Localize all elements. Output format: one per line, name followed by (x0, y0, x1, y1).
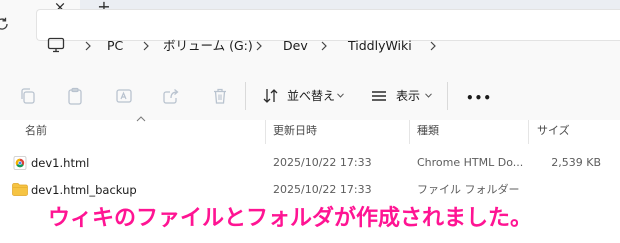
toolbar-separator (245, 82, 246, 110)
file-type: Chrome HTML Do... (417, 156, 524, 169)
breadcrumb-item[interactable]: PC (107, 38, 123, 54)
view-button[interactable]: 表示 (396, 89, 420, 103)
copy-icon[interactable] (19, 87, 37, 105)
annotation-caption: ウィキのファイルとフォルダが作成されました。 (48, 206, 533, 231)
column-divider[interactable] (528, 120, 529, 144)
file-name[interactable]: dev1.html (31, 156, 89, 170)
sort-icon[interactable] (262, 87, 280, 105)
chevron-right-icon[interactable] (84, 41, 92, 51)
column-header-modified[interactable]: 更新日時 (273, 124, 317, 138)
rename-icon[interactable] (115, 87, 133, 105)
column-divider[interactable] (265, 120, 266, 144)
delete-icon[interactable] (211, 87, 229, 105)
file-modified: 2025/10/22 17:33 (273, 183, 372, 196)
breadcrumb-item[interactable]: TiddlyWiki (348, 38, 412, 54)
sort-button[interactable]: 並べ替え (287, 89, 335, 103)
paste-icon[interactable] (66, 87, 84, 105)
file-modified: 2025/10/22 17:33 (273, 156, 372, 169)
address-bar[interactable] (36, 9, 620, 41)
chrome-icon (13, 156, 27, 170)
breadcrumb-item[interactable]: ボリューム (G:) (163, 38, 253, 54)
file-size: 2,539 KB (551, 156, 601, 169)
chevron-right-icon[interactable] (320, 41, 328, 51)
file-name[interactable]: dev1.html_backup (31, 183, 137, 197)
column-divider[interactable] (409, 120, 410, 144)
column-header-name[interactable]: 名前 (25, 124, 47, 138)
chevron-right-icon[interactable] (255, 41, 263, 51)
toolbar-separator (447, 82, 448, 110)
chevron-down-icon[interactable] (337, 93, 344, 98)
share-icon[interactable] (162, 87, 180, 105)
more-options-button[interactable]: ••• (466, 92, 492, 104)
view-icon[interactable] (370, 87, 388, 105)
breadcrumb-item[interactable]: Dev (283, 38, 308, 54)
sort-ascending-icon (136, 116, 146, 122)
chevron-right-icon[interactable] (142, 41, 150, 51)
column-header-size[interactable]: サイズ (537, 124, 570, 138)
folder-icon (12, 183, 28, 196)
chevron-down-icon[interactable] (425, 93, 432, 98)
chevron-right-icon[interactable] (429, 41, 437, 51)
column-header-type[interactable]: 種類 (417, 124, 439, 138)
file-type: ファイル フォルダー (417, 183, 520, 196)
pc-icon[interactable] (47, 37, 65, 53)
refresh-icon[interactable] (0, 16, 10, 32)
